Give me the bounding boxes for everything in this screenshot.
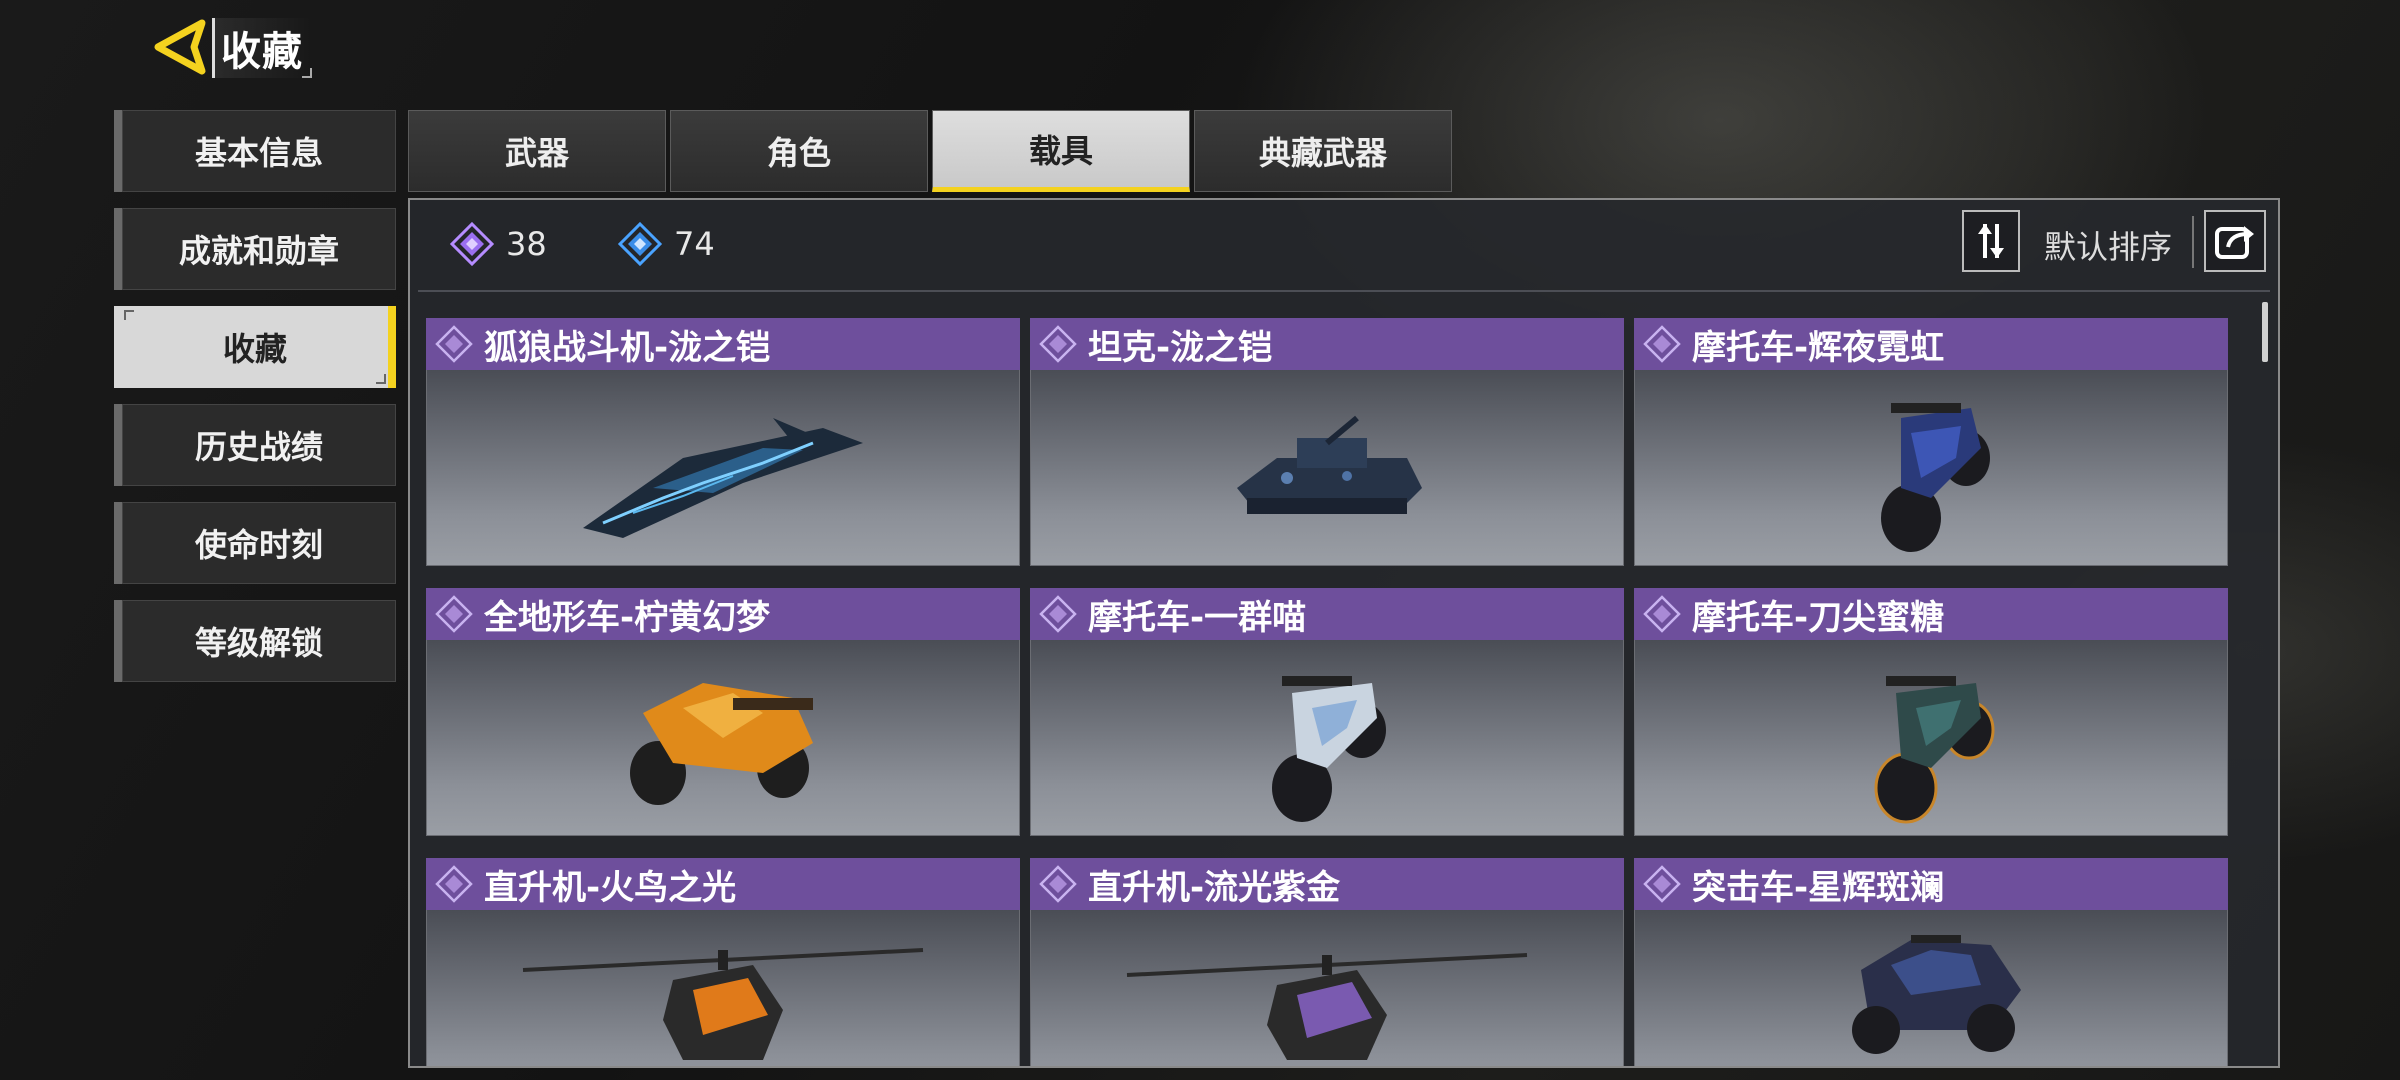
tab-label: 角色 xyxy=(766,134,831,172)
vehicle-name: 狐狼战斗机-泷之铠 xyxy=(484,327,771,368)
atv-icon xyxy=(630,682,813,805)
vehicle-preview xyxy=(1634,910,2228,1066)
vehicle-preview xyxy=(1030,370,1624,566)
sidebar: 基本信息 成就和勋章 收藏 历史战绩 使命时刻 等级解锁 xyxy=(114,110,396,698)
rarity-gem-icon xyxy=(1643,595,1681,633)
rarity-gem-icon xyxy=(435,325,473,363)
helicopter-icon xyxy=(522,948,924,1060)
sidebar-item-label: 使命时刻 xyxy=(194,526,323,564)
sidebar-item-basic-info[interactable]: 基本信息 xyxy=(114,110,396,192)
vehicle-card[interactable]: 全地形车-柠黄幻梦 xyxy=(426,588,1020,836)
buggy-icon xyxy=(1852,935,2021,1054)
rarity-gem-icon xyxy=(1039,595,1077,633)
sidebar-item-label: 历史战绩 xyxy=(194,428,323,466)
blue-gem-icon xyxy=(618,222,662,266)
purple-gem-icon xyxy=(450,222,494,266)
sidebar-item-label: 基本信息 xyxy=(194,134,323,172)
vehicle-name: 坦克-泷之铠 xyxy=(1088,327,1273,368)
back-button[interactable] xyxy=(148,14,210,80)
motorcycle-icon xyxy=(1881,402,1990,552)
vehicle-name: 直升机-流光紫金 xyxy=(1088,867,1341,908)
sort-label[interactable]: 默认排序 xyxy=(2044,222,2172,268)
sidebar-item-label: 收藏 xyxy=(222,330,287,368)
sidebar-item-label: 等级解锁 xyxy=(194,624,323,662)
motorcycle-icon xyxy=(1272,675,1386,822)
tab-characters[interactable]: 角色 xyxy=(670,110,928,192)
vehicle-card[interactable]: 突击车-星辉斑斓 xyxy=(1634,858,2228,1066)
back-arrow-icon xyxy=(154,19,206,75)
corner-decoration xyxy=(124,310,134,320)
vehicle-card[interactable]: 直升机-火鸟之光 xyxy=(426,858,1020,1066)
vehicle-preview xyxy=(426,910,1020,1066)
card-header: 狐狼战斗机-泷之铠 xyxy=(426,318,1020,370)
sidebar-item-moments[interactable]: 使命时刻 xyxy=(114,502,396,584)
vehicle-card[interactable]: 直升机-流光紫金 xyxy=(1030,858,1624,1066)
blue-rarity-count: 74 xyxy=(618,222,715,266)
vehicle-card[interactable]: 摩托车-辉夜霓虹 xyxy=(1634,318,2228,566)
rarity-gem-icon xyxy=(1643,865,1681,903)
page-title: 收藏 xyxy=(212,18,312,78)
category-tabs: 武器 角色 载具 典藏武器 xyxy=(408,110,1456,192)
tab-label: 典藏武器 xyxy=(1258,134,1387,172)
tab-vehicles[interactable]: 载具 xyxy=(932,110,1190,192)
vehicle-card[interactable]: 狐狼战斗机-泷之铠 xyxy=(426,318,1020,566)
rarity-gem-icon xyxy=(1039,865,1077,903)
purple-count-text: 38 xyxy=(506,225,547,263)
card-header: 坦克-泷之铠 xyxy=(1030,318,1624,370)
vehicle-name: 全地形车-柠黄幻梦 xyxy=(484,597,771,638)
vehicle-name: 摩托车-一群喵 xyxy=(1088,597,1307,638)
stats-bar: 38 74 默认排序 xyxy=(410,200,2278,290)
blue-count-text: 74 xyxy=(674,225,715,263)
sidebar-item-level-unlock[interactable]: 等级解锁 xyxy=(114,600,396,682)
rarity-gem-icon xyxy=(1039,325,1077,363)
card-header: 摩托车-刀尖蜜糖 xyxy=(1634,588,2228,640)
card-header: 突击车-星辉斑斓 xyxy=(1634,858,2228,910)
sidebar-item-label: 成就和勋章 xyxy=(178,232,339,270)
vehicle-preview xyxy=(1030,910,1624,1066)
vehicle-preview xyxy=(426,640,1020,836)
purple-rarity-count: 38 xyxy=(450,222,547,266)
vehicle-preview xyxy=(1634,370,2228,566)
tank-icon xyxy=(1237,415,1422,514)
vehicle-name: 摩托车-刀尖蜜糖 xyxy=(1692,597,1945,638)
vehicle-name: 突击车-星辉斑斓 xyxy=(1692,867,1945,908)
motorcycle-icon xyxy=(1874,675,1995,823)
vehicle-preview xyxy=(1634,640,2228,836)
helicopter-icon xyxy=(1126,953,1528,1060)
sidebar-item-collection[interactable]: 收藏 xyxy=(114,306,396,388)
vehicle-card[interactable]: 摩托车-刀尖蜜糖 xyxy=(1634,588,2228,836)
divider xyxy=(2192,216,2194,268)
sidebar-item-achievements[interactable]: 成就和勋章 xyxy=(114,208,396,290)
card-header: 全地形车-柠黄幻梦 xyxy=(426,588,1020,640)
vehicle-name: 摩托车-辉夜霓虹 xyxy=(1692,327,1945,368)
sort-button[interactable] xyxy=(1962,210,2020,272)
share-icon xyxy=(2215,226,2254,259)
page-title-text: 收藏 xyxy=(221,29,303,75)
vehicle-preview xyxy=(1030,640,1624,836)
corner-decoration xyxy=(376,374,386,384)
vehicle-preview xyxy=(426,370,1020,566)
sidebar-item-history[interactable]: 历史战绩 xyxy=(114,404,396,486)
scrollbar[interactable] xyxy=(2262,302,2268,362)
tab-weapons[interactable]: 武器 xyxy=(408,110,666,192)
header-divider xyxy=(418,290,2270,292)
card-header: 摩托车-辉夜霓虹 xyxy=(1634,318,2228,370)
title-corner-decoration xyxy=(302,68,312,78)
tab-legendary-weapons[interactable]: 典藏武器 xyxy=(1194,110,1452,192)
rarity-gem-icon xyxy=(1643,325,1681,363)
rarity-gem-icon xyxy=(435,865,473,903)
tab-label: 载具 xyxy=(1028,132,1093,170)
jet-icon xyxy=(583,417,863,538)
vehicle-card[interactable]: 坦克-泷之铠 xyxy=(1030,318,1624,566)
tab-label: 武器 xyxy=(504,134,569,172)
vehicle-card[interactable]: 摩托车-一群喵 xyxy=(1030,588,1624,836)
sort-icon xyxy=(1978,224,2004,258)
vehicle-name: 直升机-火鸟之光 xyxy=(484,867,737,908)
card-header: 直升机-流光紫金 xyxy=(1030,858,1624,910)
card-header: 摩托车-一群喵 xyxy=(1030,588,1624,640)
collection-panel: 38 74 默认排序 狐狼战斗机-泷之铠 坦克-泷之铠 摩托车-辉夜霓虹 全地形… xyxy=(408,198,2280,1068)
share-button[interactable] xyxy=(2204,210,2266,272)
rarity-gem-icon xyxy=(435,595,473,633)
card-header: 直升机-火鸟之光 xyxy=(426,858,1020,910)
